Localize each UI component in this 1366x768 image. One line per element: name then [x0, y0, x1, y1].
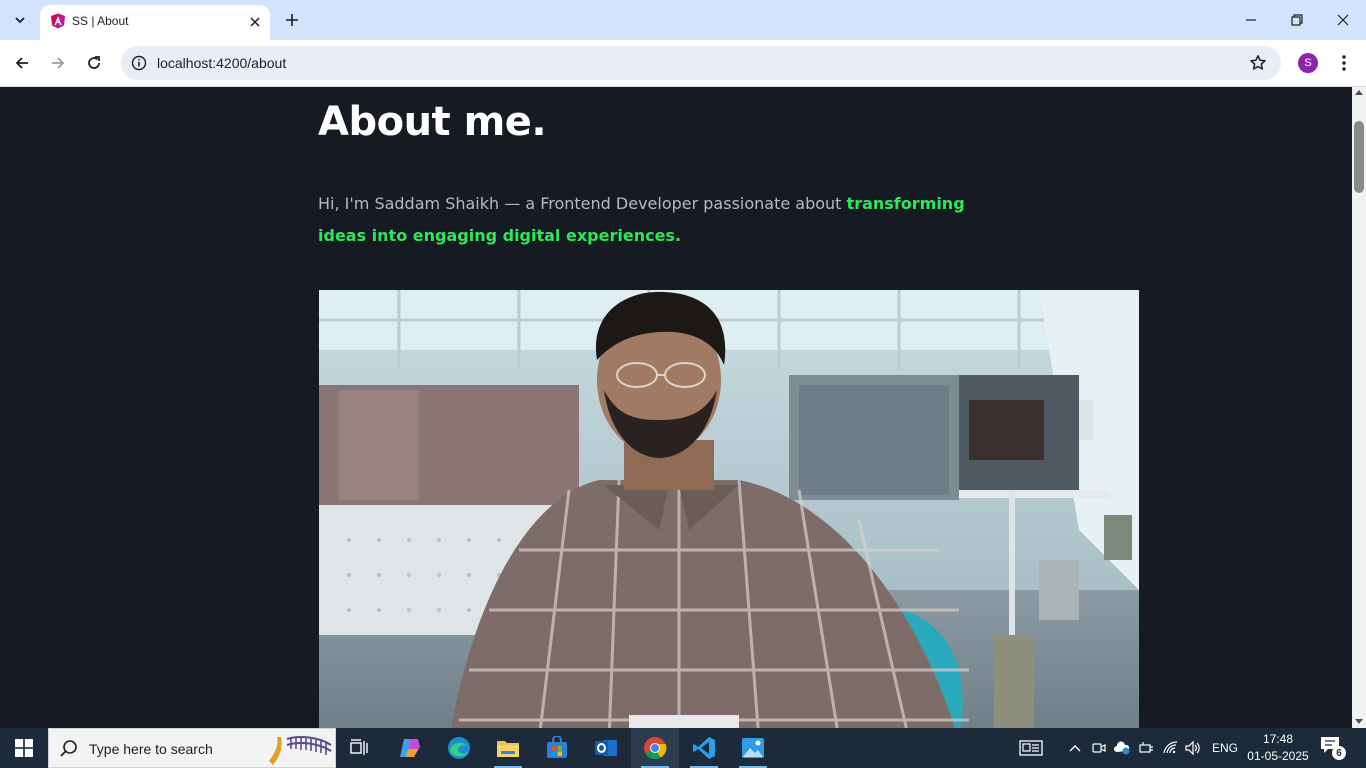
outlook-icon: [595, 740, 617, 756]
windows-taskbar: Type here to search ENG 17:48 01-05-2025…: [0, 728, 1366, 768]
arrow-left-icon: [15, 57, 28, 69]
notification-center-button[interactable]: 6: [1320, 736, 1348, 760]
browser-toolbar: localhost:4200/about S: [0, 40, 1366, 87]
windows-logo-icon: [15, 739, 33, 757]
page-title: About me.: [318, 99, 547, 145]
reload-icon: [88, 56, 100, 69]
start-button[interactable]: [0, 728, 48, 768]
tray-onedrive[interactable]: [1113, 738, 1131, 758]
tray-overflow[interactable]: [1066, 738, 1084, 758]
tray-news[interactable]: [1018, 738, 1044, 758]
search-icon: [60, 740, 77, 757]
taskbar-edge[interactable]: [435, 728, 483, 768]
taskbar-vscode[interactable]: [680, 728, 728, 768]
speaker-icon: [1185, 741, 1200, 755]
taskbar-file-explorer[interactable]: [484, 728, 532, 768]
intro-paragraph: Hi, I'm Saddam Shaikh — a Frontend Devel…: [318, 188, 978, 252]
angular-logo-icon: [51, 13, 65, 29]
chevron-down-icon: [15, 17, 25, 24]
photo-illustration: [319, 290, 1139, 728]
taskbar-copilot[interactable]: [386, 728, 434, 768]
vscode-icon: [693, 737, 715, 759]
more-vertical-icon: [1342, 55, 1346, 71]
site-info-button[interactable]: [129, 53, 149, 73]
chrome-icon: [644, 737, 667, 759]
search-highlight-art-icon: [269, 736, 332, 765]
taskbar-task-view[interactable]: [336, 728, 384, 768]
profile-photo: [319, 290, 1139, 728]
folder-icon: [497, 741, 519, 757]
arrow-right-icon: [52, 57, 65, 69]
tray-battery[interactable]: [1138, 738, 1156, 758]
bookmark-button[interactable]: [1247, 52, 1269, 74]
chevron-up-icon: [1069, 745, 1081, 752]
browser-tab-active[interactable]: SS | About: [40, 5, 270, 40]
notification-count-badge: 6: [1332, 746, 1346, 760]
url-text: localhost:4200/about: [157, 55, 287, 71]
profile-avatar[interactable]: S: [1298, 53, 1318, 73]
news-icon: [1019, 740, 1043, 756]
info-icon: [131, 55, 147, 71]
page-scrollbar[interactable]: [1352, 87, 1366, 728]
minimize-icon: [1246, 19, 1256, 21]
scroll-down-arrow-icon[interactable]: [1355, 719, 1363, 724]
tray-language[interactable]: ENG: [1212, 741, 1238, 755]
minimize-button[interactable]: [1228, 0, 1274, 40]
taskbar-photos[interactable]: [729, 728, 777, 768]
edge-browser-icon: [448, 737, 470, 759]
search-placeholder: Type here to search: [89, 741, 213, 757]
page-content: About me. Hi, I'm Saddam Shaikh — a Fron…: [0, 87, 1352, 728]
close-icon: [250, 17, 260, 27]
clock-time: 17:48: [1262, 732, 1294, 746]
restore-button[interactable]: [1274, 0, 1320, 40]
scroll-up-arrow-icon[interactable]: [1355, 90, 1363, 95]
wifi-icon: [1163, 741, 1178, 754]
photos-icon: [742, 738, 764, 758]
intro-text: Hi, I'm Saddam Shaikh — a Frontend Devel…: [318, 194, 847, 213]
address-bar[interactable]: localhost:4200/about: [121, 46, 1281, 80]
task-view-icon: [350, 739, 368, 755]
close-icon: [1337, 14, 1349, 26]
plus-icon: [286, 14, 298, 26]
reload-button[interactable]: [80, 49, 108, 77]
tab-title: SS | About: [72, 14, 129, 28]
tray-volume[interactable]: [1185, 738, 1203, 758]
new-tab-button[interactable]: [280, 8, 304, 32]
star-icon: [1250, 55, 1266, 70]
store-icon: [547, 736, 567, 758]
tray-wifi[interactable]: [1162, 738, 1180, 758]
browser-menu-button[interactable]: [1333, 51, 1355, 75]
taskbar-chrome[interactable]: [631, 728, 679, 768]
tab-close-button[interactable]: [246, 13, 264, 31]
cloud-sync-icon: [1114, 741, 1130, 755]
copilot-icon: [400, 739, 420, 757]
plug-icon: [1139, 742, 1153, 753]
tab-search-button[interactable]: [6, 6, 34, 34]
restore-icon: [1291, 14, 1303, 26]
tray-clock[interactable]: 17:48 01-05-2025: [1244, 731, 1312, 765]
close-window-button[interactable]: [1320, 0, 1366, 40]
tray-meet[interactable]: [1090, 738, 1108, 758]
back-button[interactable]: [8, 49, 36, 77]
browser-tab-strip: SS | About: [0, 0, 1366, 40]
camera-icon: [1092, 743, 1106, 753]
forward-button[interactable]: [44, 49, 72, 77]
taskbar-outlook[interactable]: [582, 728, 630, 768]
clock-date: 01-05-2025: [1247, 749, 1309, 763]
taskbar-store[interactable]: [533, 728, 581, 768]
scroll-thumb[interactable]: [1354, 121, 1364, 193]
taskbar-search-box[interactable]: Type here to search: [48, 728, 336, 768]
